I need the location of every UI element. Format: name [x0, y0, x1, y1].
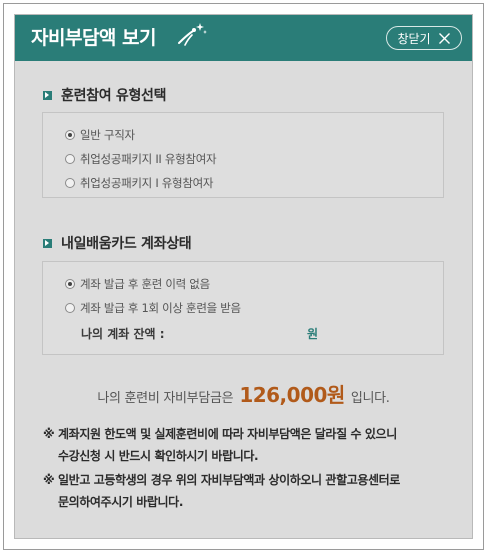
card-status-heading: 내일배움카드 계좌상태 — [43, 233, 192, 253]
account-balance-label: 나의 계좌 잔액 : — [81, 327, 165, 341]
option-general-jobseeker[interactable]: 일반 구직자 — [65, 127, 135, 143]
option-label: 계좌 발급 후 훈련 이력 없음 — [80, 277, 210, 291]
arrow-bullet-icon — [43, 238, 52, 248]
radio-button[interactable] — [65, 154, 75, 164]
note-limit: ※ 계좌지원 한도액 및 실제훈련비에 따라 자비부담액은 달라질 수 있으니 … — [43, 423, 397, 467]
self-pay-popup: 자비부담액 보기 창닫기 훈련참여 유형선택 일반 구직자 취업성공패키지 II… — [14, 14, 473, 539]
note-line: ※ 계좌지원 한도액 및 실제훈련비에 따라 자비부담액은 달라질 수 있으니 — [43, 427, 397, 441]
radio-button[interactable] — [65, 303, 75, 313]
self-pay-amount: 126,000원 — [239, 383, 345, 407]
self-pay-summary: 나의 훈련비 자비부담금은 126,000원 입니다. — [15, 379, 472, 408]
option-no-training-history[interactable]: 계좌 발급 후 훈련 이력 없음 — [65, 276, 210, 292]
radio-button[interactable] — [65, 178, 75, 188]
summary-prefix: 나의 훈련비 자비부담금은 — [97, 391, 234, 406]
sparkle-figure-icon — [178, 23, 207, 46]
note-line: 문의하여주시기 바랍니다. — [58, 495, 183, 509]
note-high-school: ※ 일반고 고등학생의 경우 위의 자비부담액과 상이하오니 관할고용센터로 문… — [43, 469, 400, 513]
note-line: 수강신청 시 반드시 확인하시기 바랍니다. — [58, 449, 259, 463]
training-type-title: 훈련참여 유형선택 — [61, 88, 167, 104]
radio-button[interactable] — [65, 130, 75, 140]
option-package-type-1[interactable]: 취업성공패키지 I 유형참여자 — [65, 175, 213, 191]
arrow-bullet-icon — [43, 90, 52, 100]
card-status-options: 계좌 발급 후 훈련 이력 없음 계좌 발급 후 1회 이상 훈련을 받음 나의… — [42, 261, 444, 355]
close-icon — [438, 32, 450, 44]
popup-title: 자비부담액 보기 — [31, 27, 156, 49]
summary-suffix: 입니다. — [350, 391, 390, 406]
note-line: ※ 일반고 고등학생의 경우 위의 자비부담액과 상이하오니 관할고용센터로 — [43, 473, 400, 487]
training-type-heading: 훈련참여 유형선택 — [43, 85, 167, 105]
close-button-label: 창닫기 — [397, 31, 431, 46]
option-label: 계좌 발급 후 1회 이상 훈련을 받음 — [80, 301, 241, 315]
radio-button[interactable] — [65, 279, 75, 289]
account-balance-unit: 원 — [307, 327, 319, 341]
popup-header: 자비부담액 보기 창닫기 — [15, 15, 472, 61]
close-button[interactable]: 창닫기 — [386, 26, 462, 50]
option-label: 취업성공패키지 II 유형참여자 — [80, 152, 217, 166]
training-type-options: 일반 구직자 취업성공패키지 II 유형참여자 취업성공패키지 I 유형참여자 — [42, 112, 444, 198]
option-label: 일반 구직자 — [80, 128, 135, 142]
option-label: 취업성공패키지 I 유형참여자 — [80, 176, 214, 190]
option-trained-once-or-more[interactable]: 계좌 발급 후 1회 이상 훈련을 받음 — [65, 300, 241, 316]
option-package-type-2[interactable]: 취업성공패키지 II 유형참여자 — [65, 151, 217, 167]
card-status-title: 내일배움카드 계좌상태 — [61, 236, 192, 252]
